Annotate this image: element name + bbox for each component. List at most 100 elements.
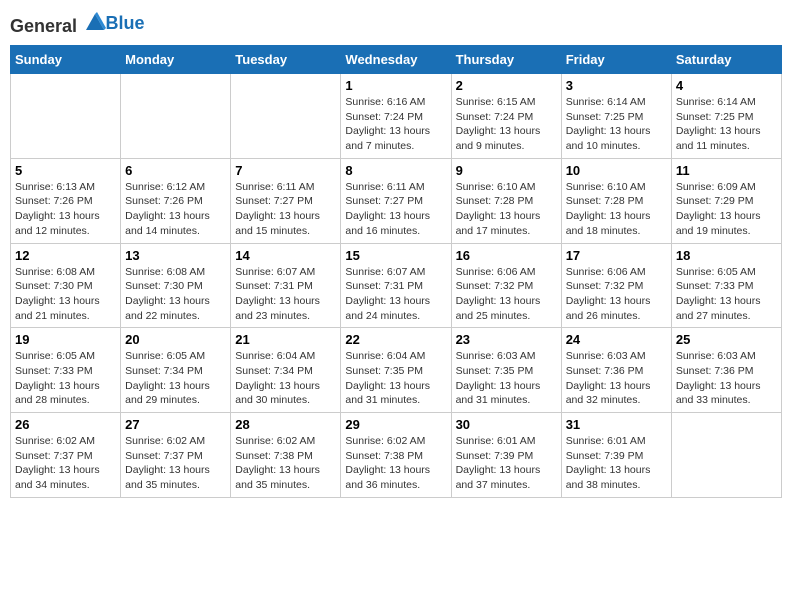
calendar-cell: 21 Sunrise: 6:04 AMSunset: 7:34 PMDayligh… [231,328,341,413]
column-header-monday: Monday [121,46,231,74]
day-info: Sunrise: 6:02 AMSunset: 7:37 PMDaylight:… [125,434,226,493]
calendar-cell: 6Sunrise: 6:12 AMSunset: 7:26 PMDaylight… [121,158,231,243]
day-number: 25 [676,332,777,347]
day-info: Sunrise: 6:02 AMSunset: 7:37 PMDaylight:… [15,434,116,493]
logo-blue: Blue [106,13,145,33]
calendar-cell: 10 Sunrise: 6:10 AMSunset: 7:28 PMDayligh… [561,158,671,243]
day-info: Sunrise: 6:04 AMSunset: 7:35 PMDaylight:… [345,349,446,408]
day-number: 18 [676,248,777,263]
column-header-tuesday: Tuesday [231,46,341,74]
day-number: 31 [566,417,667,432]
day-info: Sunrise: 6:02 AMSunset: 7:38 PMDaylight:… [345,434,446,493]
day-number: 13 [125,248,226,263]
day-number: 5 [15,163,116,178]
day-info: Sunrise: 6:16 AMSunset: 7:24 PMDaylight:… [345,95,446,154]
calendar-cell: 8 Sunrise: 6:11 AMSunset: 7:27 PMDaylight… [341,158,451,243]
calendar-cell: 13 Sunrise: 6:08 AMSunset: 7:30 PMDayligh… [121,243,231,328]
calendar-cell: 23 Sunrise: 6:03 AMSunset: 7:35 PMDayligh… [451,328,561,413]
day-info: Sunrise: 6:05 AMSunset: 7:33 PMDaylight:… [676,265,777,324]
day-number: 14 [235,248,336,263]
day-info: Sunrise: 6:10 AMSunset: 7:28 PMDaylight:… [456,180,557,239]
column-header-wednesday: Wednesday [341,46,451,74]
day-info: Sunrise: 6:03 AMSunset: 7:35 PMDaylight:… [456,349,557,408]
day-info: Sunrise: 6:05 AMSunset: 7:33 PMDaylight:… [15,349,116,408]
calendar-cell: 3 Sunrise: 6:14 AMSunset: 7:25 PMDaylight… [561,74,671,159]
calendar-cell: 19 Sunrise: 6:05 AMSunset: 7:33 PMDayligh… [11,328,121,413]
day-number: 11 [676,163,777,178]
calendar-cell: 15 Sunrise: 6:07 AMSunset: 7:31 PMDayligh… [341,243,451,328]
day-info: Sunrise: 6:13 AMSunset: 7:26 PMDaylight:… [15,180,116,239]
day-number: 19 [15,332,116,347]
column-header-sunday: Sunday [11,46,121,74]
day-number: 17 [566,248,667,263]
calendar-cell: 18 Sunrise: 6:05 AMSunset: 7:33 PMDayligh… [671,243,781,328]
day-number: 29 [345,417,446,432]
day-number: 12 [15,248,116,263]
calendar-table: SundayMondayTuesdayWednesdayThursdayFrid… [10,45,782,498]
day-number: 15 [345,248,446,263]
day-info: Sunrise: 6:11 AMSunset: 7:27 PMDaylight:… [235,180,336,239]
calendar-cell: 28 Sunrise: 6:02 AMSunset: 7:38 PMDayligh… [231,413,341,498]
calendar-cell [11,74,121,159]
day-info: Sunrise: 6:06 AMSunset: 7:32 PMDaylight:… [456,265,557,324]
day-info: Sunrise: 6:15 AMSunset: 7:24 PMDaylight:… [456,95,557,154]
day-number: 26 [15,417,116,432]
calendar-cell: 27Sunrise: 6:02 AMSunset: 7:37 PMDayligh… [121,413,231,498]
day-info: Sunrise: 6:08 AMSunset: 7:30 PMDaylight:… [15,265,116,324]
day-number: 10 [566,163,667,178]
day-info: Sunrise: 6:14 AMSunset: 7:25 PMDaylight:… [676,95,777,154]
day-number: 9 [456,163,557,178]
day-number: 4 [676,78,777,93]
day-info: Sunrise: 6:05 AMSunset: 7:34 PMDaylight:… [125,349,226,408]
day-number: 21 [235,332,336,347]
calendar-cell: 12 Sunrise: 6:08 AMSunset: 7:30 PMDayligh… [11,243,121,328]
calendar-cell [671,413,781,498]
calendar-cell: 11 Sunrise: 6:09 AMSunset: 7:29 PMDayligh… [671,158,781,243]
logo: General Blue [10,10,145,37]
calendar-cell: 2 Sunrise: 6:15 AMSunset: 7:24 PMDaylight… [451,74,561,159]
day-number: 24 [566,332,667,347]
day-number: 8 [345,163,446,178]
day-info: Sunrise: 6:11 AMSunset: 7:27 PMDaylight:… [345,180,446,239]
calendar-cell: 1 Sunrise: 6:16 AMSunset: 7:24 PMDaylight… [341,74,451,159]
calendar-cell [231,74,341,159]
calendar-cell [121,74,231,159]
day-number: 3 [566,78,667,93]
calendar-cell: 30 Sunrise: 6:01 AMSunset: 7:39 PMDayligh… [451,413,561,498]
calendar-cell: 14 Sunrise: 6:07 AMSunset: 7:31 PMDayligh… [231,243,341,328]
day-number: 1 [345,78,446,93]
column-header-thursday: Thursday [451,46,561,74]
day-info: Sunrise: 6:10 AMSunset: 7:28 PMDaylight:… [566,180,667,239]
day-info: Sunrise: 6:06 AMSunset: 7:32 PMDaylight:… [566,265,667,324]
day-number: 16 [456,248,557,263]
day-number: 2 [456,78,557,93]
day-number: 28 [235,417,336,432]
day-info: Sunrise: 6:04 AMSunset: 7:34 PMDaylight:… [235,349,336,408]
day-number: 30 [456,417,557,432]
day-info: Sunrise: 6:14 AMSunset: 7:25 PMDaylight:… [566,95,667,154]
calendar-cell: 9 Sunrise: 6:10 AMSunset: 7:28 PMDaylight… [451,158,561,243]
calendar-cell: 5 Sunrise: 6:13 AMSunset: 7:26 PMDaylight… [11,158,121,243]
day-info: Sunrise: 6:07 AMSunset: 7:31 PMDaylight:… [235,265,336,324]
day-info: Sunrise: 6:03 AMSunset: 7:36 PMDaylight:… [566,349,667,408]
calendar-cell: 31Sunrise: 6:01 AMSunset: 7:39 PMDayligh… [561,413,671,498]
calendar-cell: 7 Sunrise: 6:11 AMSunset: 7:27 PMDaylight… [231,158,341,243]
calendar-cell: 22 Sunrise: 6:04 AMSunset: 7:35 PMDayligh… [341,328,451,413]
day-info: Sunrise: 6:07 AMSunset: 7:31 PMDaylight:… [345,265,446,324]
logo-icon [84,10,106,32]
day-number: 7 [235,163,336,178]
column-header-saturday: Saturday [671,46,781,74]
calendar-cell: 20 Sunrise: 6:05 AMSunset: 7:34 PMDayligh… [121,328,231,413]
day-info: Sunrise: 6:09 AMSunset: 7:29 PMDaylight:… [676,180,777,239]
day-info: Sunrise: 6:08 AMSunset: 7:30 PMDaylight:… [125,265,226,324]
day-number: 20 [125,332,226,347]
calendar-cell: 17 Sunrise: 6:06 AMSunset: 7:32 PMDayligh… [561,243,671,328]
day-info: Sunrise: 6:02 AMSunset: 7:38 PMDaylight:… [235,434,336,493]
calendar-cell: 4 Sunrise: 6:14 AMSunset: 7:25 PMDaylight… [671,74,781,159]
logo-general: General [10,16,77,36]
day-info: Sunrise: 6:01 AMSunset: 7:39 PMDaylight:… [456,434,557,493]
day-number: 22 [345,332,446,347]
day-number: 23 [456,332,557,347]
day-info: Sunrise: 6:12 AMSunset: 7:26 PMDaylight:… [125,180,226,239]
day-info: Sunrise: 6:03 AMSunset: 7:36 PMDaylight:… [676,349,777,408]
